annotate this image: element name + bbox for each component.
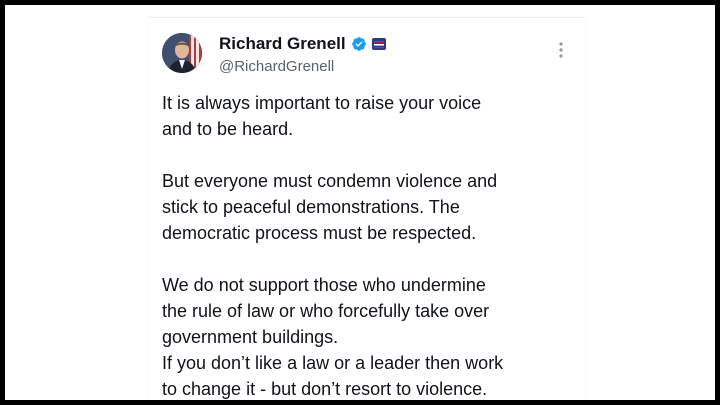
image-frame: Richard Grenell @RichardGrenell It is al… [0,0,720,405]
tweet-text: It is always important to raise your voi… [162,93,504,399]
more-options-icon[interactable] [556,41,566,59]
divider [148,17,584,18]
author-name[interactable]: Richard Grenell [219,34,346,54]
avatar-image [162,33,202,73]
verified-badge-icon [351,37,366,51]
author-row: Richard Grenell [219,34,386,54]
avatar[interactable] [162,33,202,73]
author-handle[interactable]: @RichardGrenell [219,58,334,75]
tweet-card[interactable]: Richard Grenell @RichardGrenell It is al… [148,17,584,400]
affiliate-flag-icon [371,38,386,50]
